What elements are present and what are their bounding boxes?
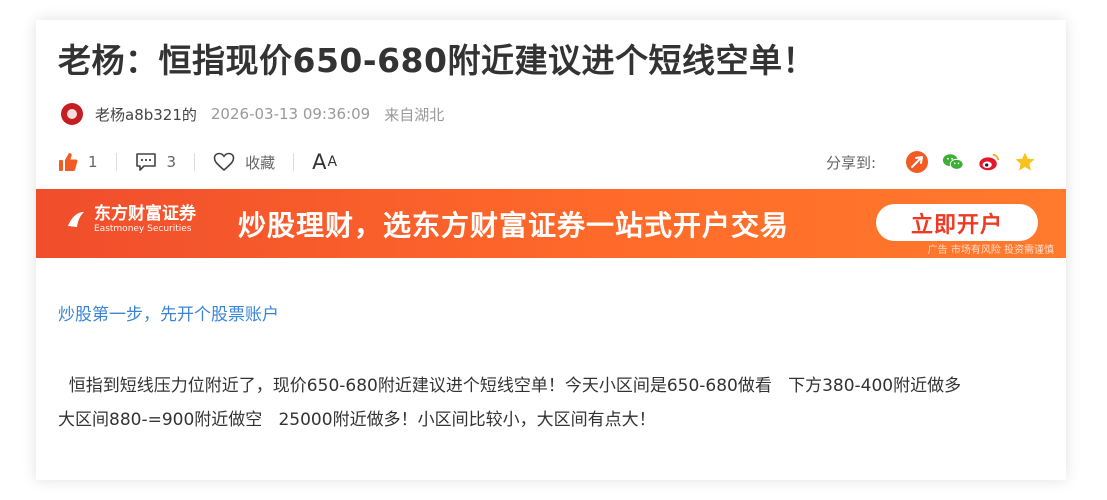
comment-button[interactable]: 3 xyxy=(135,152,177,172)
thumbs-up-icon xyxy=(59,153,78,171)
heart-icon xyxy=(213,152,235,172)
comment-count: 3 xyxy=(166,153,177,171)
share-label: 分享到: xyxy=(825,153,876,172)
font-size-small: A xyxy=(327,154,339,170)
broker-logo: 东方财富证券 Eastmoney Securities xyxy=(66,205,196,235)
location: 来自湖北 xyxy=(384,105,445,124)
weibo-icon[interactable] xyxy=(978,151,1000,173)
favorite-button[interactable]: 收藏 xyxy=(213,152,275,173)
divider xyxy=(115,153,117,171)
open-account-button[interactable]: 立即开户 xyxy=(876,204,1038,241)
like-button[interactable]: 1 xyxy=(58,152,98,172)
like-count: 1 xyxy=(88,153,98,171)
body-paragraph: 大区间880-=900附近做空 25000附近做多！小区间比较小，大区间有点大！ xyxy=(58,410,656,430)
avatar[interactable] xyxy=(61,103,83,125)
article-body: 恒指到短线压力位附近了，现价650-680附近建议进个短线空单！今天小区间是65… xyxy=(58,369,1048,437)
logo-cn: 东方财富证券 xyxy=(94,204,196,224)
wechat-icon[interactable] xyxy=(942,151,964,173)
divider xyxy=(194,153,196,171)
logo-icon xyxy=(68,212,84,227)
divider xyxy=(293,153,295,171)
article-meta: 老杨a8b321的 2026-03-13 09:36:09 来自湖北 xyxy=(61,102,444,126)
comment-icon xyxy=(135,153,156,171)
ad-risk-note: 广告 市场有风险 投资需谨慎 xyxy=(927,245,1054,256)
star-icon[interactable] xyxy=(1014,151,1036,173)
font-size-large: A xyxy=(312,150,328,174)
favorite-label: 收藏 xyxy=(245,153,276,172)
author-name[interactable]: 老杨a8b321的 xyxy=(95,104,197,125)
article-title: 老杨：恒指现价650-680附近建议进个短线空单！ xyxy=(58,41,816,80)
body-paragraph: 恒指到短线压力位附近了，现价650-680附近建议进个短线空单！今天小区间是65… xyxy=(58,376,962,396)
publish-time: 2026-03-13 09:36:09 xyxy=(210,105,371,123)
banner-slogan: 炒股理财，选东方财富证券一站式开户交易 xyxy=(238,209,790,242)
share-arrow-icon[interactable] xyxy=(906,151,928,173)
article-card: 老杨：恒指现价650-680附近建议进个短线空单！ 老杨a8b321的 2026… xyxy=(36,20,1066,480)
action-bar: 1 3 收藏 AA 分享到: xyxy=(58,148,1036,176)
logo-en: Eastmoney Securities xyxy=(94,224,192,234)
share-bar: 分享到: xyxy=(826,151,1036,173)
broker-ad-banner[interactable]: 东方财富证券 Eastmoney Securities 炒股理财，选东方财富证券… xyxy=(36,189,1066,258)
font-size-icon[interactable]: AA xyxy=(312,150,338,174)
open-account-link[interactable]: 炒股第一步，先开个股票账户 xyxy=(58,300,279,325)
